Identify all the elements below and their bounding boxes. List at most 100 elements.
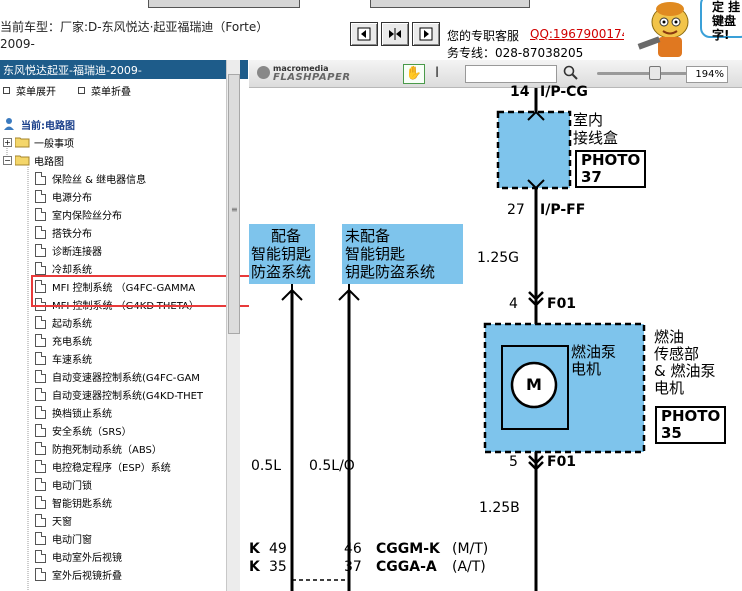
catalog-panel: 东风悦达起亚-福瑞迪-2009- 菜单展开 菜单折叠 当前:电路图 + 一般事项… xyxy=(0,60,251,591)
photo-37[interactable]: PHOTO 37 xyxy=(575,150,647,188)
tree-item[interactable]: 智能钥匙系统 xyxy=(35,493,112,511)
tree-item-label: 诊断连接器 xyxy=(52,246,102,258)
tree-item-label: 天窗 xyxy=(52,516,72,528)
vehicle-info: 当前车型：厂家:D-东风悦达·起亚福瑞迪（Forte） xyxy=(0,20,269,34)
tree-item[interactable]: 起动系统 xyxy=(35,313,92,331)
promo-bubble: 定 挂 键盘 字! xyxy=(700,0,742,42)
pump-label-2: 电机 xyxy=(571,360,602,378)
document-icon xyxy=(35,333,46,347)
tree-item[interactable]: 保险丝 & 继电器信息 xyxy=(35,169,146,187)
tree-item-label: 室外后视镜折叠 xyxy=(52,570,122,582)
tree-item-label: 起动系统 xyxy=(52,318,92,330)
tree-item[interactable]: 充电系统 xyxy=(35,331,92,349)
document-icon xyxy=(35,567,46,581)
option2-line1: 未配备 xyxy=(345,227,391,245)
tree-item[interactable]: 自动变速器控制系统(G4KD-THET xyxy=(35,385,203,403)
tree-item-label: 电控稳定程序（ESP）系统 xyxy=(52,462,171,474)
row2-suffix: (A/T) xyxy=(452,559,486,575)
motor-symbol: M xyxy=(526,375,542,394)
row1-pin-b: 46 xyxy=(344,541,362,557)
tree-item[interactable]: 天窗 xyxy=(35,511,72,529)
tree-item-label: 充电系统 xyxy=(52,336,92,348)
sensor-label-2: 传感部 xyxy=(654,345,700,363)
selection-highlight xyxy=(31,275,251,307)
tree-item[interactable]: 室内保险丝分布 xyxy=(35,205,122,223)
support-qq-link[interactable]: QQ:1967900174 xyxy=(530,27,624,41)
tree-folder-label: 电路图 xyxy=(34,156,64,168)
pin-27: 27 xyxy=(507,202,525,218)
arrow-left-icon xyxy=(357,27,371,41)
zoom-slider[interactable] xyxy=(597,72,687,75)
tree-item[interactable]: 自动变速器控制系统(G4FC-GAM xyxy=(35,367,200,385)
tree-folder-circuit[interactable]: − 电路图 xyxy=(3,151,64,169)
pump-label-1: 燃油泵 xyxy=(571,343,617,361)
header-tab-2[interactable] xyxy=(370,0,530,8)
document-icon xyxy=(35,477,46,491)
folder-icon xyxy=(15,137,30,147)
tree-item[interactable]: 车速系统 xyxy=(35,349,92,367)
wire-125g: 1.25G xyxy=(477,250,520,266)
diagram-viewer: macromedia FLASHPAPER ✋ I 194% 14 I/P-CG… xyxy=(249,60,742,591)
hand-icon: ✋ xyxy=(405,66,423,81)
zoom-slider-thumb[interactable] xyxy=(649,66,661,80)
document-icon xyxy=(35,189,46,203)
tree-item[interactable]: 电动门锁 xyxy=(35,475,92,493)
tree-item-label: 车速系统 xyxy=(52,354,92,366)
tree-folder-general[interactable]: + 一般事项 xyxy=(3,133,74,151)
document-icon xyxy=(35,405,46,419)
tree-item[interactable]: 防抱死制动系统（ABS） xyxy=(35,439,162,457)
viewer-toolbar: macromedia FLASHPAPER ✋ I 194% xyxy=(249,60,742,88)
photo-35-label: PHOTO xyxy=(661,407,721,425)
tree-item-label: 冷却系统 xyxy=(52,264,92,276)
document-icon xyxy=(35,513,46,527)
row2-pin-a: 35 xyxy=(269,559,287,575)
scroll-thumb[interactable]: ≡ xyxy=(228,74,240,334)
pin-4: 4 xyxy=(509,296,518,312)
document-icon xyxy=(35,369,46,383)
tree-item[interactable]: 电动室外后视镜 xyxy=(35,547,122,565)
search-input[interactable] xyxy=(465,65,557,83)
tree-item-label: 电动室外后视镜 xyxy=(52,552,122,564)
mascot-icon xyxy=(637,2,689,57)
document-icon xyxy=(35,423,46,437)
prev-page-button[interactable] xyxy=(350,22,378,46)
document-icon xyxy=(35,351,46,365)
support-label: 您的专职客服 xyxy=(447,29,520,43)
tree-scrollbar[interactable]: ≡ xyxy=(226,60,240,591)
connector-f01-bottom: F01 xyxy=(547,454,577,470)
option1-line2: 智能钥匙 xyxy=(251,245,312,263)
hand-tool-button[interactable]: ✋ xyxy=(403,64,425,84)
tree-item-label: 智能钥匙系统 xyxy=(52,498,112,510)
tree-item[interactable]: 换档锁止系统 xyxy=(35,403,112,421)
tree-item[interactable]: 安全系统（SRS） xyxy=(35,421,132,439)
grip-icon: ≡ xyxy=(231,205,238,214)
header-tab-1[interactable] xyxy=(148,0,300,8)
document-icon xyxy=(35,207,46,221)
tree-item[interactable]: 诊断连接器 xyxy=(35,241,102,259)
document-icon xyxy=(35,495,46,509)
option2-line2: 智能钥匙 xyxy=(345,245,406,263)
tree-item[interactable]: 搭铁分布 xyxy=(35,223,92,241)
connector-ipff: I/P-FF xyxy=(540,202,586,218)
tree-item-label: 换档锁止系统 xyxy=(52,408,112,420)
zoom-field[interactable]: 194% xyxy=(686,66,728,83)
tree-item[interactable]: 电动门窗 xyxy=(35,529,92,547)
tree-item[interactable]: 电源分布 xyxy=(35,187,92,205)
option1-line3: 防盗系统 xyxy=(251,263,312,281)
row2-pin-b: 37 xyxy=(344,559,362,575)
tree-item-label: 搭铁分布 xyxy=(52,228,92,240)
photo-35[interactable]: PHOTO 35 xyxy=(655,406,727,444)
row1-connector: CGGM-K xyxy=(376,541,440,557)
tree-item-label: 保险丝 & 继电器信息 xyxy=(52,174,147,186)
split-view-button[interactable] xyxy=(381,22,409,46)
tree-item-label: 电源分布 xyxy=(52,192,92,204)
wire-125b: 1.25B xyxy=(479,500,520,516)
tree-item[interactable]: 室外后视镜折叠 xyxy=(35,565,122,583)
search-icon[interactable] xyxy=(563,65,579,81)
junction-label-2: 接线盒 xyxy=(573,129,619,147)
tree-item[interactable]: 电控稳定程序（ESP）系统 xyxy=(35,457,171,475)
document-icon xyxy=(35,171,46,185)
text-select-tool[interactable]: I xyxy=(435,65,439,81)
next-page-button[interactable] xyxy=(412,22,440,46)
sensor-label-4: 电机 xyxy=(654,379,685,397)
